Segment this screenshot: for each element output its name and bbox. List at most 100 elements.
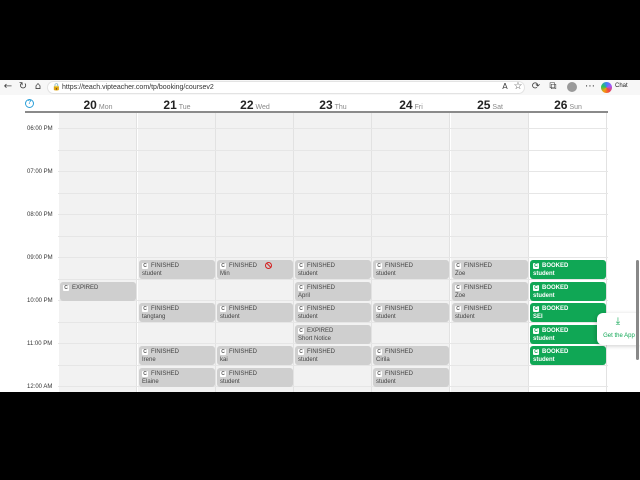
lesson-status: FINISHED xyxy=(151,263,180,269)
address-bar[interactable]: 🔒 https://teach.vipteacher.com/tp/bookin… xyxy=(47,81,525,94)
lesson-event[interactable]: C FINISHED kai xyxy=(217,346,293,365)
student-name: student xyxy=(220,379,240,385)
help-icon[interactable]: ? xyxy=(25,99,34,108)
lesson-status: FINISHED xyxy=(464,263,493,269)
course-badge: C xyxy=(298,349,304,355)
course-badge: C xyxy=(220,306,226,312)
chat-label[interactable]: Chat xyxy=(615,83,628,89)
copilot-icon[interactable] xyxy=(601,82,612,93)
browser-window: ← ↻ ⌂ 🔒 https://teach.vipteacher.com/tp/… xyxy=(0,80,640,392)
lesson-status: FINISHED xyxy=(385,306,414,312)
favorite-icon[interactable]: ☆ xyxy=(512,81,524,93)
lesson-event[interactable]: C FINISHED April xyxy=(295,282,371,301)
student-name: Zoe xyxy=(455,271,466,277)
lesson-status: FINISHED xyxy=(229,371,258,377)
lesson-event[interactable]: C FINISHED Zoe xyxy=(452,260,528,279)
day-name: Mon xyxy=(98,104,113,111)
lesson-status: BOOKED xyxy=(542,328,569,334)
lesson-event[interactable]: C FINISHED student xyxy=(295,346,371,365)
day-column xyxy=(59,113,137,392)
day-number: 23 xyxy=(319,98,333,112)
time-label: 08:00 PM xyxy=(27,212,53,218)
day-header-thu: 23 Thu xyxy=(294,96,372,112)
get-the-app-button[interactable]: ⤓ Get the App xyxy=(597,313,640,345)
refresh-icon[interactable]: ↻ xyxy=(17,81,29,93)
scrollbar[interactable] xyxy=(636,260,639,360)
lesson-event[interactable]: C FINISHED Cirila xyxy=(373,346,449,365)
course-badge: C xyxy=(142,371,148,377)
student-name: student xyxy=(376,379,396,385)
lesson-event[interactable]: C FINISHED student xyxy=(295,303,371,322)
student-name: Irene xyxy=(142,357,156,363)
back-icon[interactable]: ← xyxy=(2,81,14,93)
profile-icon[interactable] xyxy=(567,82,577,92)
lesson-status: FINISHED xyxy=(151,349,180,355)
student-name: Elaine xyxy=(142,379,159,385)
download-icon: ⤓ xyxy=(615,316,621,327)
lesson-event[interactable]: C BOOKED student xyxy=(530,325,606,344)
extensions-icon[interactable]: ⧉ xyxy=(547,81,559,93)
day-number: 25 xyxy=(477,98,491,112)
lesson-event[interactable]: C BOOKED student xyxy=(530,260,606,279)
day-number: 22 xyxy=(240,98,254,112)
lesson-status: FINISHED xyxy=(151,371,180,377)
refresh-page-icon[interactable]: ⟳ xyxy=(530,81,542,93)
lesson-status: FINISHED xyxy=(229,349,258,355)
hour-line xyxy=(58,257,608,258)
lesson-event[interactable]: C FINISHED student xyxy=(217,368,293,387)
lesson-event[interactable]: C EXPIRED Short Notice xyxy=(295,325,371,344)
read-aloud-icon[interactable]: A xyxy=(499,81,511,93)
course-badge: C xyxy=(63,285,69,291)
student-name: student xyxy=(533,357,555,363)
time-label: 07:00 PM xyxy=(27,169,53,175)
student-name: student xyxy=(376,314,396,320)
course-badge: C xyxy=(533,328,539,334)
lesson-status: FINISHED xyxy=(385,371,414,377)
lesson-status: FINISHED xyxy=(307,349,336,355)
student-name: April xyxy=(298,293,311,299)
student-name: kai xyxy=(220,357,228,363)
half-hour-line xyxy=(58,193,608,194)
lesson-event[interactable]: C BOOKED student xyxy=(530,346,606,365)
student-name: student xyxy=(455,314,475,320)
lesson-event[interactable]: C FINISHED student xyxy=(139,260,215,279)
student-name: student xyxy=(220,314,240,320)
course-badge: C xyxy=(455,263,461,269)
day-name: Fri xyxy=(414,104,423,111)
student-name: Zoe xyxy=(455,293,466,299)
day-column xyxy=(451,113,529,392)
time-label: 12:00 AM xyxy=(27,384,53,390)
lesson-event[interactable]: C FINISHED student xyxy=(452,303,528,322)
lesson-event[interactable]: C FINISHED student xyxy=(217,303,293,322)
course-badge: C xyxy=(533,349,539,355)
lesson-status: FINISHED xyxy=(307,263,336,269)
lesson-status: BOOKED xyxy=(542,306,569,312)
booking-calendar: ? 20 Mon 21 Tue 22 Wed 23 Thu 24 Fri 25 Sat 26 Sun 06… xyxy=(0,95,640,392)
lesson-event[interactable]: C FINISHED Elaine xyxy=(139,368,215,387)
lesson-event[interactable]: C FINISHED Min xyxy=(217,260,293,279)
lesson-event[interactable]: C FINISHED Irene xyxy=(139,346,215,365)
course-badge: C xyxy=(455,306,461,312)
more-icon[interactable]: ⋯ xyxy=(584,81,596,93)
course-badge: C xyxy=(376,306,382,312)
student-name: student xyxy=(142,271,162,277)
lesson-event[interactable]: C BOOKED SEI xyxy=(530,303,606,322)
lesson-event[interactable]: C FINISHED student xyxy=(373,368,449,387)
lesson-event[interactable]: C FINISHED student xyxy=(373,303,449,322)
student-name: student xyxy=(533,271,555,277)
lesson-event[interactable]: C BOOKED student xyxy=(530,282,606,301)
course-badge: C xyxy=(376,371,382,377)
lesson-event[interactable]: C FINISHED tangtang xyxy=(139,303,215,322)
calendar-grid: 06:00 PM 07:00 PM 08:00 PM 09:00 PM 10:00 PM… xyxy=(0,113,640,392)
lock-icon[interactable]: 🔒 xyxy=(52,83,61,93)
lesson-event[interactable]: C EXPIRED xyxy=(60,282,136,301)
day-header-sun: 26 Sun xyxy=(529,96,607,112)
home-icon[interactable]: ⌂ xyxy=(32,81,44,93)
half-hour-line xyxy=(58,236,608,237)
lesson-event[interactable]: C FINISHED student xyxy=(373,260,449,279)
lesson-event[interactable]: C FINISHED student xyxy=(295,260,371,279)
lesson-event[interactable]: C FINISHED Zoe xyxy=(452,282,528,301)
day-number: 24 xyxy=(399,98,413,112)
lesson-status: FINISHED xyxy=(464,306,493,312)
day-number: 26 xyxy=(554,98,568,112)
